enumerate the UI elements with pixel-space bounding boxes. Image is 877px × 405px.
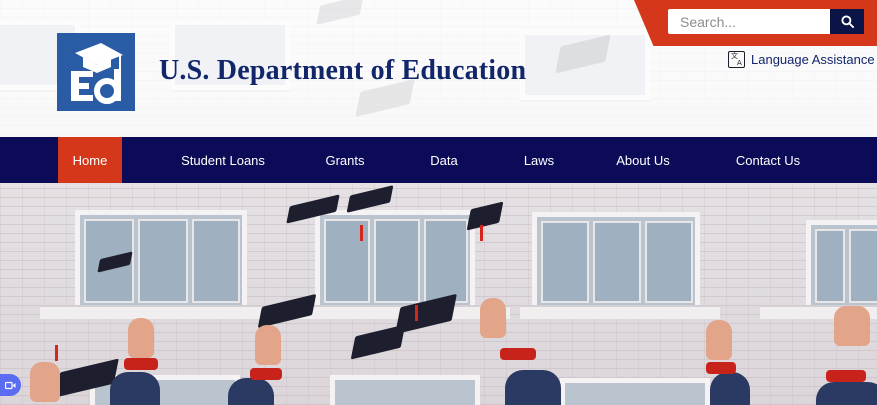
nav-item-label: Data bbox=[430, 152, 458, 168]
ed-logo-icon bbox=[71, 43, 123, 104]
nav-item-label: Home bbox=[72, 152, 108, 168]
search-button[interactable] bbox=[830, 9, 864, 34]
gown-cuff bbox=[124, 358, 158, 370]
language-assistance-link[interactable]: 文 A Language Assistance bbox=[728, 51, 875, 68]
raised-hand bbox=[255, 325, 281, 365]
window-ledge bbox=[520, 305, 720, 319]
graduate-sleeve bbox=[710, 372, 750, 405]
nav-item-student-loans[interactable]: Student Loans bbox=[170, 137, 276, 183]
nav-item-label: Contact Us bbox=[735, 152, 801, 168]
raised-hand bbox=[128, 318, 154, 358]
gown-cuff bbox=[706, 362, 736, 374]
cap-tassel bbox=[55, 345, 58, 361]
site-title[interactable]: U.S. Department of Education bbox=[159, 55, 526, 87]
video-chat-widget[interactable] bbox=[0, 374, 21, 396]
language-assistance-label: Language Assistance bbox=[751, 52, 875, 67]
raised-hand bbox=[30, 362, 60, 402]
graduate-sleeve bbox=[228, 378, 274, 405]
nav-item-label: Student Loans bbox=[181, 152, 265, 168]
nav-item-data[interactable]: Data bbox=[418, 137, 470, 183]
nav-item-label: About Us bbox=[616, 152, 670, 168]
main-navigation: Home Student Loans Grants Data Laws Abou… bbox=[0, 137, 877, 183]
site-logo[interactable] bbox=[57, 33, 135, 111]
raised-hand bbox=[706, 320, 732, 360]
graduate-sleeve bbox=[816, 382, 877, 405]
gown-cuff bbox=[826, 370, 866, 382]
raised-hand bbox=[834, 306, 870, 346]
building-window bbox=[560, 378, 710, 405]
nav-item-label: Grants bbox=[325, 152, 365, 168]
gown-cuff bbox=[500, 348, 536, 360]
gown-cuff bbox=[250, 368, 282, 380]
nav-item-label: Laws bbox=[523, 152, 555, 168]
nav-item-grants[interactable]: Grants bbox=[314, 137, 376, 183]
video-call-icon bbox=[5, 381, 16, 389]
nav-item-contact-us[interactable]: Contact Us bbox=[724, 137, 812, 183]
raised-hand bbox=[480, 298, 506, 338]
nav-item-about-us[interactable]: About Us bbox=[605, 137, 681, 183]
cap-tassel bbox=[480, 225, 483, 241]
search-icon bbox=[840, 15, 854, 28]
search-input[interactable] bbox=[668, 9, 830, 34]
window-ledge bbox=[40, 305, 280, 319]
building-window bbox=[532, 212, 700, 310]
cap-tassel bbox=[415, 305, 418, 321]
graduate-sleeve bbox=[110, 372, 160, 405]
translate-icon: 文 A bbox=[728, 51, 745, 68]
building-window bbox=[330, 375, 480, 405]
nav-item-home[interactable]: Home bbox=[58, 137, 122, 183]
building-window bbox=[806, 220, 877, 310]
graduate-sleeve bbox=[505, 370, 561, 405]
nav-item-laws[interactable]: Laws bbox=[514, 137, 564, 183]
cap-tassel bbox=[360, 225, 363, 241]
